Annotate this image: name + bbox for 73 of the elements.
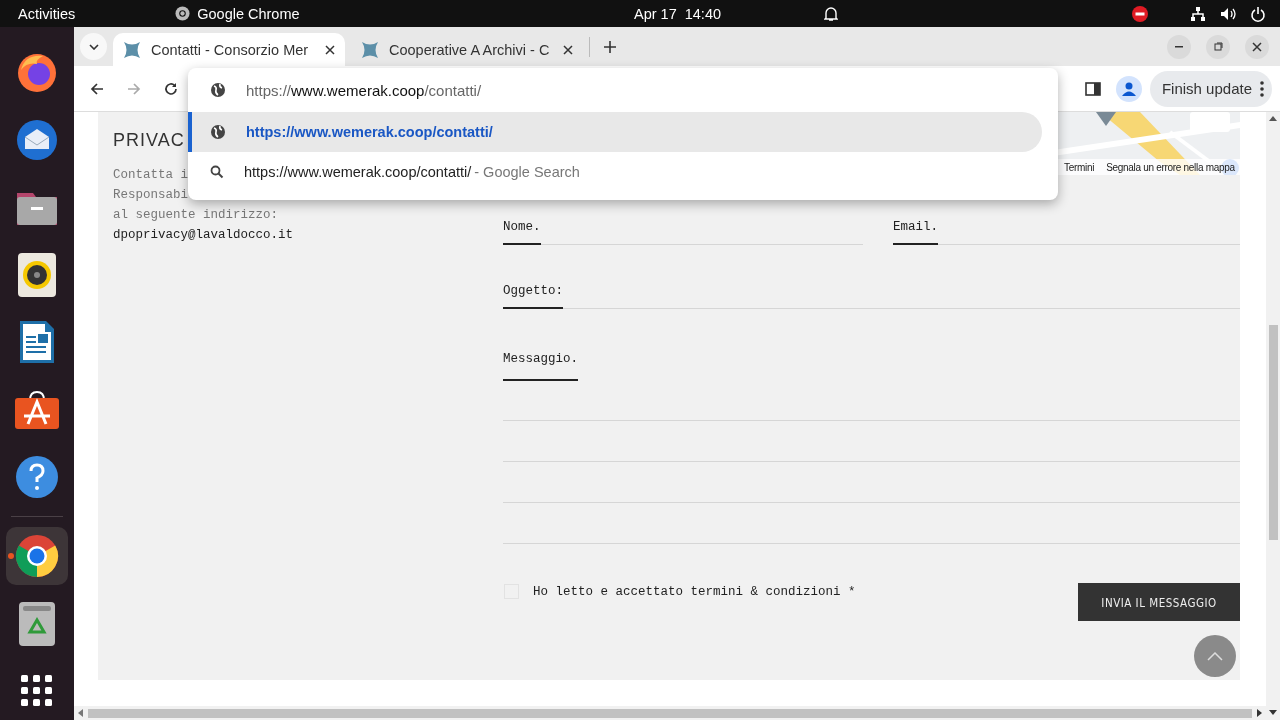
input-field[interactable]: Oggetto: bbox=[503, 283, 1240, 309]
globe-icon bbox=[210, 124, 226, 140]
time-text[interactable]: 14:40 bbox=[684, 5, 722, 22]
speaker-icon[interactable] bbox=[18, 252, 56, 297]
do-not-disturb-icon[interactable] bbox=[1132, 5, 1148, 22]
suggestion-item[interactable]: https://www.wemerak.coop/contatti/ bbox=[188, 112, 1042, 152]
app-grid-icon[interactable] bbox=[21, 675, 53, 708]
close-icon bbox=[563, 44, 573, 55]
submit-button[interactable]: INVIA IL MESSAGGIO bbox=[1078, 583, 1240, 621]
close-icon bbox=[325, 44, 335, 55]
search-icon bbox=[210, 165, 224, 179]
scrollbar-thumb[interactable] bbox=[88, 708, 1252, 718]
section-heading: PRIVAC bbox=[113, 130, 185, 151]
network-icon[interactable] bbox=[1190, 5, 1206, 22]
email-text: dpoprivacy@lavaldocco.it bbox=[113, 227, 294, 244]
address-field[interactable]: https://www.wemerak.coop/contatti/ bbox=[246, 81, 482, 99]
field-label: Nome. bbox=[503, 219, 541, 245]
right-arrow-icon[interactable] bbox=[1256, 709, 1262, 717]
side-panel-icon bbox=[1084, 80, 1101, 97]
restore-button[interactable] bbox=[1206, 34, 1230, 59]
help-icon[interactable] bbox=[15, 455, 59, 500]
power-icon[interactable] bbox=[1250, 5, 1266, 22]
privacy-text: al seguente indirizzo: bbox=[113, 207, 279, 224]
star-logo-icon bbox=[361, 40, 379, 59]
chrome-app-icon bbox=[175, 6, 191, 21]
down-arrow-icon[interactable] bbox=[1269, 710, 1277, 716]
field-label: Email. bbox=[893, 219, 938, 245]
star-logo-icon bbox=[123, 40, 141, 59]
plus-icon bbox=[604, 40, 616, 53]
input-field[interactable]: Nome. bbox=[503, 219, 863, 245]
tab-title: Cooperative A Archivi - C bbox=[389, 41, 551, 58]
horizontal-scrollbar[interactable] bbox=[74, 706, 1266, 720]
left-arrow-icon[interactable] bbox=[78, 709, 84, 717]
finish-update-button[interactable]: Finish update bbox=[1149, 70, 1272, 107]
reload-icon bbox=[164, 81, 178, 96]
tab-search-button[interactable] bbox=[80, 33, 107, 60]
profile-button[interactable] bbox=[1115, 75, 1142, 102]
checkbox-label: Ho letto e accettato termini & condizioni * bbox=[533, 584, 856, 599]
more-icon bbox=[1260, 80, 1264, 97]
globe-icon bbox=[210, 82, 226, 98]
back-arrow-icon bbox=[90, 81, 104, 96]
scrollbar-thumb[interactable] bbox=[1268, 325, 1278, 540]
browser-tab[interactable]: Contatti - Consorzio Mer bbox=[113, 33, 345, 66]
privacy-text: Contatta i bbox=[113, 167, 188, 184]
caret-down-icon bbox=[88, 43, 99, 50]
vertical-scrollbar[interactable] bbox=[1266, 112, 1280, 720]
bell-icon[interactable] bbox=[824, 5, 839, 22]
map-link[interactable]: Termini bbox=[1064, 161, 1095, 173]
message-field[interactable]: Messaggio. bbox=[503, 351, 1240, 544]
document-icon[interactable] bbox=[18, 319, 56, 366]
input-field[interactable]: Email. bbox=[893, 219, 1240, 245]
chrome-browser-icon[interactable] bbox=[15, 533, 59, 578]
close-icon bbox=[1252, 41, 1262, 52]
map-link[interactable]: Segnala un errore nella mappa bbox=[1106, 161, 1235, 173]
field-label: Oggetto: bbox=[503, 283, 563, 309]
tab-title: Contatti - Consorzio Mer bbox=[151, 41, 310, 58]
forward-arrow-icon bbox=[127, 81, 141, 96]
app-menu-title[interactable]: Google Chrome bbox=[197, 5, 300, 22]
browser-tab[interactable]: Cooperative A Archivi - C bbox=[351, 33, 583, 66]
privacy-text: Responsabi bbox=[113, 187, 188, 204]
close-window-button[interactable] bbox=[1245, 34, 1269, 59]
restore-icon bbox=[1213, 42, 1223, 51]
field-label: Messaggio. bbox=[503, 351, 578, 381]
up-arrow-icon[interactable] bbox=[1269, 116, 1277, 122]
activities-button[interactable]: Activities bbox=[18, 5, 76, 22]
date-text[interactable]: Apr 17 bbox=[634, 5, 677, 22]
recycle-bin-icon[interactable] bbox=[19, 601, 55, 646]
person-icon bbox=[1120, 80, 1137, 97]
minimize-icon bbox=[1175, 45, 1183, 48]
chevron-up-icon bbox=[1207, 651, 1223, 661]
suggestion-item[interactable]: https://www.wemerak.coop/contatti/ - Google Search bbox=[188, 152, 1042, 192]
shopping-bag-icon[interactable] bbox=[14, 389, 60, 430]
minimize-button[interactable] bbox=[1167, 34, 1191, 59]
